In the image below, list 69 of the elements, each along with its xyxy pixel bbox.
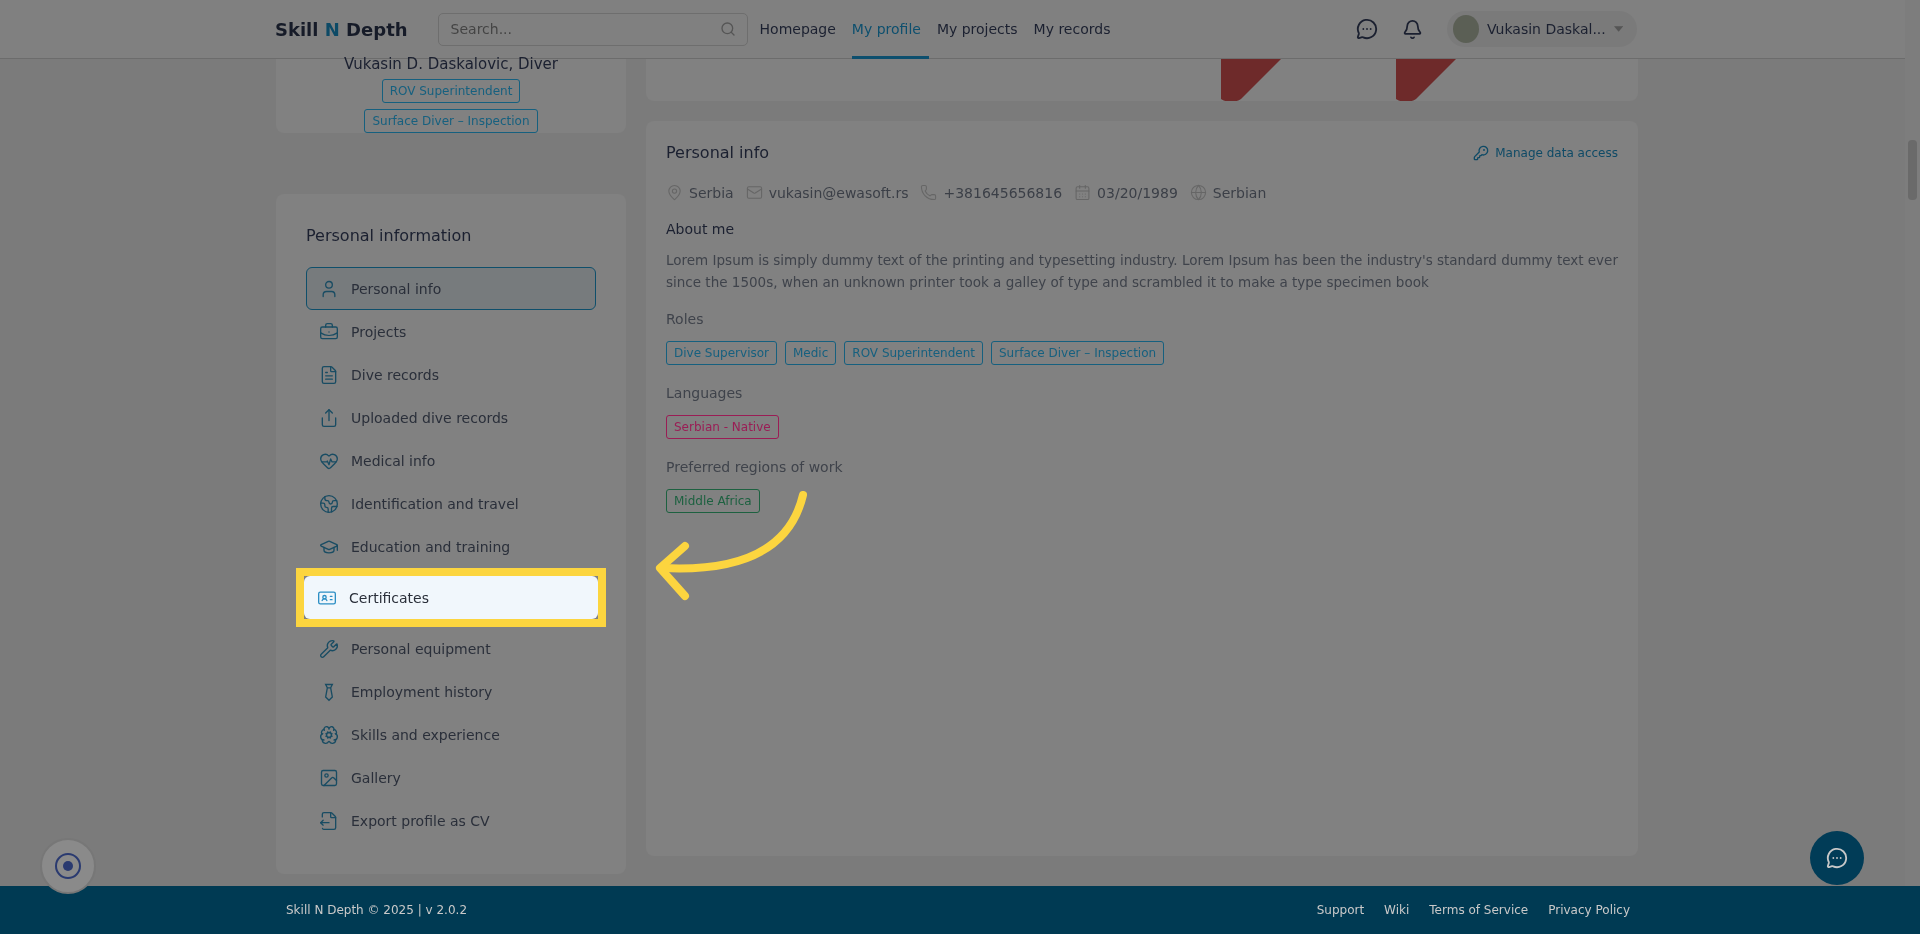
sidebar-item[interactable]: Personal info xyxy=(306,267,596,310)
caret-icon xyxy=(1613,26,1623,32)
role-tag: ROV Superintendent xyxy=(381,79,521,103)
sidebar-item[interactable]: Medical info xyxy=(306,439,596,482)
tag: Dive Supervisor xyxy=(666,341,777,365)
file-export-icon xyxy=(319,810,339,831)
footer-link[interactable]: Terms of Service xyxy=(1429,903,1529,917)
map-pin-icon xyxy=(666,184,683,201)
upload-icon xyxy=(319,407,339,428)
tag: ROV Superintendent xyxy=(844,341,983,365)
sidebar-item[interactable]: Export profile as CV xyxy=(306,799,596,842)
mail-icon xyxy=(745,184,763,201)
nav-tab[interactable]: Homepage xyxy=(759,0,844,59)
about-text: Lorem Ipsum is simply dummy text of the printing and typesetting industry. Lorem Ipsum has been the industry's standard dummy text ever since the 1500s, when an unknown printer took a galley of type and scrambled it to make a type specimen book xyxy=(666,251,1618,292)
user-menu[interactable]: Vukasin Daskal... xyxy=(1447,11,1637,47)
sidebar-title: Personal information xyxy=(306,226,473,245)
wrench-icon xyxy=(319,638,339,659)
contact-text: +381645656816 xyxy=(943,184,1063,201)
key-icon xyxy=(1473,144,1490,161)
sidebar-item[interactable]: Certificates xyxy=(304,576,598,619)
contact-text: 03/20/1989 xyxy=(1097,184,1178,201)
sidebar-item[interactable]: Skills and experience xyxy=(306,713,596,756)
profile-name: Vukasin D. Daskalovic, Diver xyxy=(343,55,558,73)
sidebar-item[interactable]: Employment history xyxy=(306,670,596,713)
nav-tab[interactable]: My records xyxy=(1033,0,1119,59)
phone-icon xyxy=(920,184,938,201)
avatar-placeholder xyxy=(1453,15,1479,43)
globe-icon xyxy=(319,493,339,514)
image-icon xyxy=(319,767,339,788)
sidebar-item[interactable]: Education and training xyxy=(306,525,596,568)
brain-gear-icon xyxy=(319,724,339,745)
notifications-icon[interactable] xyxy=(1402,18,1423,40)
calendar-icon xyxy=(1074,184,1092,201)
tag: Medic xyxy=(785,341,837,365)
role-tag: Surface Diver – Inspection xyxy=(364,109,538,133)
app-logo[interactable]: Skill N Depth xyxy=(275,18,408,40)
tag: Middle Africa xyxy=(666,489,760,513)
sidebar-item[interactable]: Dive records xyxy=(306,353,596,396)
section-label: Roles xyxy=(666,311,705,327)
copyright-text: Skill N Depth © 2025 | v 2.0.2 xyxy=(286,903,467,917)
section-label: Languages xyxy=(666,385,744,401)
bell-icon xyxy=(1402,18,1423,40)
briefcase-icon xyxy=(319,321,339,342)
document-icon xyxy=(319,364,339,385)
sidebar-item[interactable]: Personal equipment xyxy=(306,627,596,670)
globe-icon xyxy=(1189,184,1207,201)
chat-icon xyxy=(1356,18,1378,40)
search-field[interactable]: Search... xyxy=(437,12,748,46)
section-label: Preferred regions of work xyxy=(666,459,844,475)
footer-link[interactable]: Wiki xyxy=(1384,903,1410,917)
contact-text: Serbia xyxy=(689,184,734,201)
sidebar-item[interactable]: Gallery xyxy=(306,756,596,799)
manage-data-link[interactable]: Manage data access xyxy=(1473,144,1618,161)
nav-tab[interactable]: My projects xyxy=(936,0,1026,59)
about-title: About me xyxy=(666,221,736,237)
footer-link[interactable]: Support xyxy=(1316,903,1365,917)
contact-text: Serbian xyxy=(1212,184,1267,201)
contact-text: vukasin@ewasoft.rs xyxy=(768,184,909,201)
section-title: Personal info xyxy=(666,143,770,162)
sidebar-item[interactable]: Identification and travel xyxy=(306,482,596,525)
chat-button[interactable] xyxy=(1810,831,1864,885)
footer-link[interactable]: Privacy Policy xyxy=(1548,903,1630,917)
sidebar-item[interactable]: Uploaded dive records xyxy=(306,396,596,439)
tag: Serbian - Native xyxy=(666,415,779,439)
sidebar-item[interactable]: Projects xyxy=(306,310,596,353)
tag: Surface Diver – Inspection xyxy=(991,341,1165,365)
messages-icon[interactable] xyxy=(1356,18,1378,40)
chat-icon xyxy=(1826,847,1848,869)
search-icon xyxy=(719,20,736,37)
